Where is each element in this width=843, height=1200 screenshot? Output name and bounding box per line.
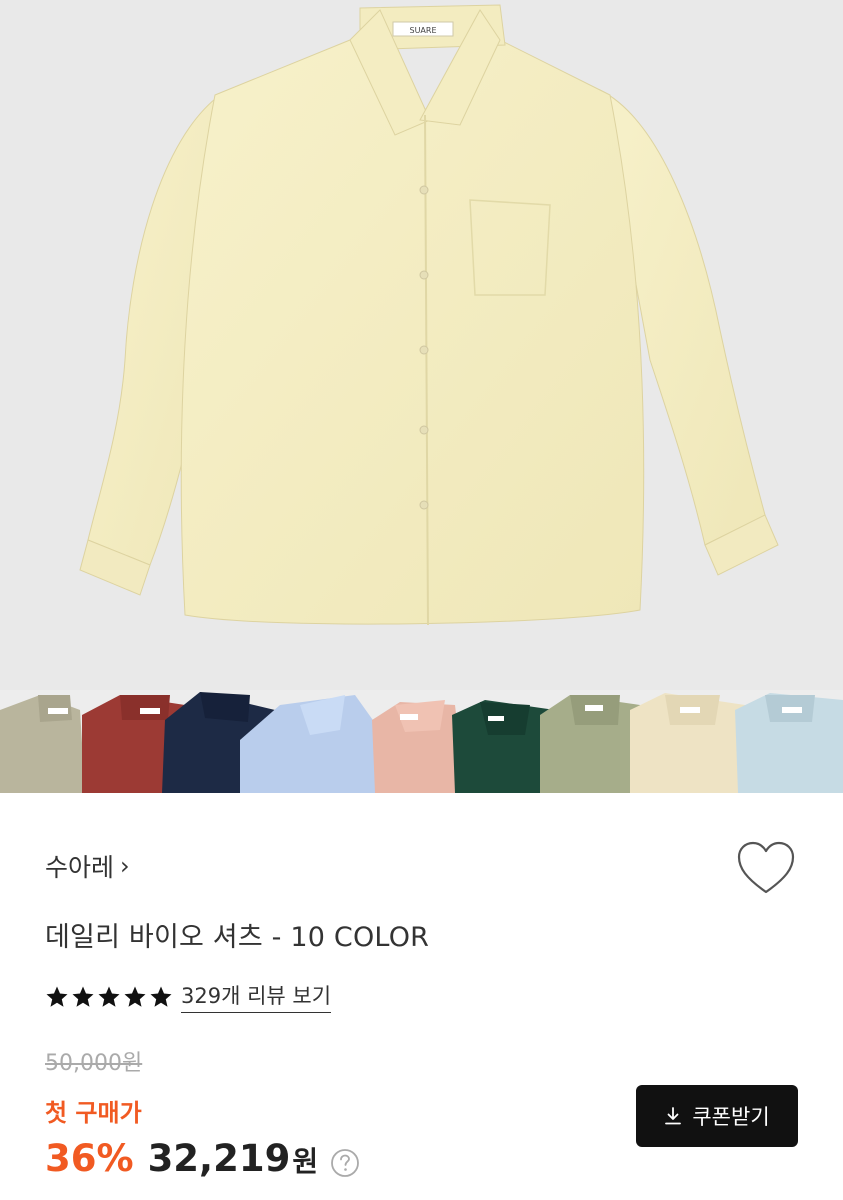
swatch-9[interactable] bbox=[735, 693, 843, 793]
color-options-strip[interactable] bbox=[0, 690, 843, 793]
first-purchase-label: 첫 구매가 bbox=[45, 1099, 142, 1127]
currency-unit: 원 bbox=[292, 1145, 319, 1178]
color-swatches bbox=[0, 692, 843, 793]
price-row: 36% 32,219 원 bbox=[45, 1137, 360, 1180]
original-price: 50,000원 bbox=[45, 1051, 143, 1076]
star-icon bbox=[98, 986, 120, 1007]
brand-name: 수아레 bbox=[45, 853, 115, 882]
product-title: 데일리 바이오 셔츠 - 10 COLOR bbox=[45, 922, 430, 953]
brand-link[interactable]: 수아레 › bbox=[45, 848, 130, 884]
swatch-1[interactable] bbox=[0, 695, 85, 793]
rating-row: 329개 리뷰 보기 bbox=[45, 980, 332, 1013]
discount-rate: 36% bbox=[45, 1137, 134, 1180]
download-icon bbox=[665, 1107, 682, 1125]
review-link[interactable]: 329개 리뷰 보기 bbox=[181, 980, 332, 1013]
star-icon bbox=[46, 986, 68, 1007]
product-hero-image[interactable]: SUARE bbox=[0, 0, 843, 690]
question-circle-icon[interactable] bbox=[330, 1148, 360, 1178]
star-icon bbox=[124, 986, 146, 1007]
star-icon bbox=[150, 986, 172, 1007]
collar-label-text: SUARE bbox=[409, 26, 436, 35]
coupon-download-button[interactable]: 쿠폰받기 bbox=[636, 1085, 798, 1147]
sale-price: 32,219 bbox=[147, 1137, 291, 1180]
star-rating bbox=[45, 985, 173, 1009]
coupon-button-label: 쿠폰받기 bbox=[692, 1105, 770, 1129]
shirt-illustration: SUARE bbox=[79, 4, 779, 626]
swatch-8[interactable] bbox=[630, 693, 750, 793]
chevron-right-icon: › bbox=[120, 852, 130, 880]
swatch-6[interactable] bbox=[452, 700, 555, 793]
star-icon bbox=[72, 986, 94, 1007]
heart-outline-icon[interactable] bbox=[736, 840, 796, 898]
swatch-7[interactable] bbox=[540, 695, 645, 793]
swatch-5[interactable] bbox=[372, 700, 465, 793]
